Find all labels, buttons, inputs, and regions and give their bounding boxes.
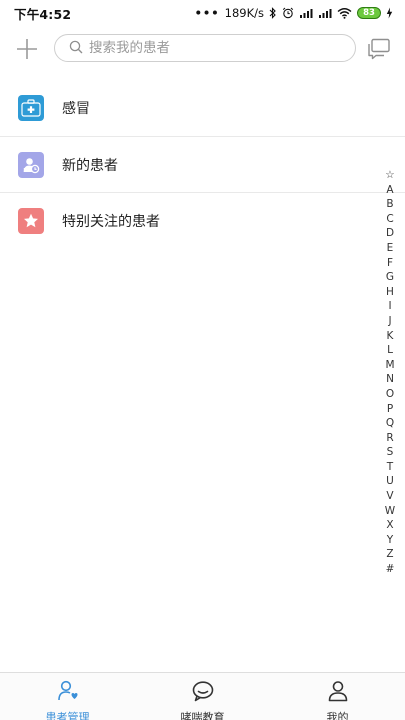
signal-icon xyxy=(318,7,332,19)
search-input[interactable] xyxy=(89,40,329,56)
alphabet-index-letter[interactable]: U xyxy=(386,474,394,489)
group-item-new-patients[interactable]: 新的患者 xyxy=(0,136,405,192)
alphabet-index-letter[interactable]: S xyxy=(387,445,394,460)
status-bar: 下午4:52 ••• 189K/s 83 xyxy=(0,0,405,26)
alarm-icon xyxy=(282,7,294,19)
alphabet-index-letter[interactable]: Q xyxy=(386,416,394,431)
status-icons: ••• 189K/s 83 xyxy=(195,6,393,20)
nav-mine[interactable]: 我的 xyxy=(270,673,405,720)
person-icon xyxy=(326,679,350,707)
plus-icon[interactable] xyxy=(14,36,40,62)
chat-bubble-icon xyxy=(191,679,215,707)
nav-patient-management[interactable]: 患者管理 xyxy=(0,673,135,720)
nav-label: 哮喘教育 xyxy=(180,711,225,720)
battery-indicator: 83 xyxy=(357,7,381,19)
alphabet-index-letter[interactable]: # xyxy=(386,562,395,577)
alphabet-index-letter[interactable]: B xyxy=(386,197,393,212)
patient-manage-icon xyxy=(56,679,80,707)
alphabet-index-letter[interactable]: C xyxy=(386,212,393,227)
alphabet-index-letter[interactable]: I xyxy=(388,299,391,314)
top-bar xyxy=(0,28,405,70)
group-item-cold[interactable]: 感冒 xyxy=(0,80,405,136)
alphabet-index-letter[interactable]: Z xyxy=(386,547,393,562)
notification-dots-icon: ••• xyxy=(194,6,220,20)
alphabet-index-letter[interactable]: L xyxy=(387,343,393,358)
group-label: 特别关注的患者 xyxy=(62,213,160,230)
alphabet-index-letter[interactable]: V xyxy=(386,489,393,504)
alphabet-index-letter[interactable]: D xyxy=(386,226,394,241)
alphabet-index-letter[interactable]: P xyxy=(387,402,393,417)
alphabet-index-letter[interactable]: X xyxy=(386,518,393,533)
patient-group-list: 感冒 新的患者 特别关注的患者 xyxy=(0,80,405,248)
search-bar[interactable] xyxy=(54,34,356,62)
search-icon xyxy=(69,39,83,58)
group-label: 新的患者 xyxy=(62,157,118,174)
bluetooth-icon xyxy=(269,7,277,19)
alphabet-index-letter[interactable]: Y xyxy=(387,533,393,548)
alphabet-index-letter[interactable]: J xyxy=(388,314,391,329)
alphabet-index[interactable]: ☆ A B C D E F G H I J K L M N O P Q R S T U V W X Y Z # xyxy=(381,168,399,577)
nav-label: 患者管理 xyxy=(45,711,90,720)
alphabet-index-letter[interactable]: F xyxy=(387,256,393,271)
nav-label: 我的 xyxy=(326,711,349,720)
alphabet-index-letter[interactable]: G xyxy=(386,270,394,285)
alphabet-index-letter[interactable]: W xyxy=(385,504,395,519)
status-time: 下午4:52 xyxy=(14,6,72,22)
alphabet-index-letter[interactable]: O xyxy=(386,387,394,402)
group-item-special-attention[interactable]: 特别关注的患者 xyxy=(0,192,405,248)
alphabet-index-letter[interactable]: E xyxy=(387,241,394,256)
network-speed: 189K/s xyxy=(224,6,264,20)
alphabet-index-letter[interactable]: M xyxy=(385,358,394,373)
hd-signal-icon xyxy=(299,7,313,19)
bottom-nav: 患者管理 哮喘教育 我的 xyxy=(0,672,405,720)
alphabet-index-letter[interactable]: ☆ xyxy=(385,168,394,183)
nav-asthma-education[interactable]: 哮喘教育 xyxy=(135,673,270,720)
star-icon xyxy=(18,207,44,234)
alphabet-index-letter[interactable]: H xyxy=(386,285,394,300)
group-label: 感冒 xyxy=(62,101,90,117)
alphabet-index-letter[interactable]: K xyxy=(387,329,394,344)
alphabet-index-letter[interactable]: R xyxy=(386,431,393,446)
chat-bubbles-icon[interactable] xyxy=(366,36,392,62)
charging-icon xyxy=(386,7,393,19)
alphabet-index-letter[interactable]: T xyxy=(387,460,393,475)
alphabet-index-letter[interactable]: A xyxy=(386,183,393,198)
medical-kit-icon xyxy=(18,95,44,121)
new-patient-icon xyxy=(18,151,44,178)
wifi-icon xyxy=(337,7,352,19)
alphabet-index-letter[interactable]: N xyxy=(386,372,394,387)
